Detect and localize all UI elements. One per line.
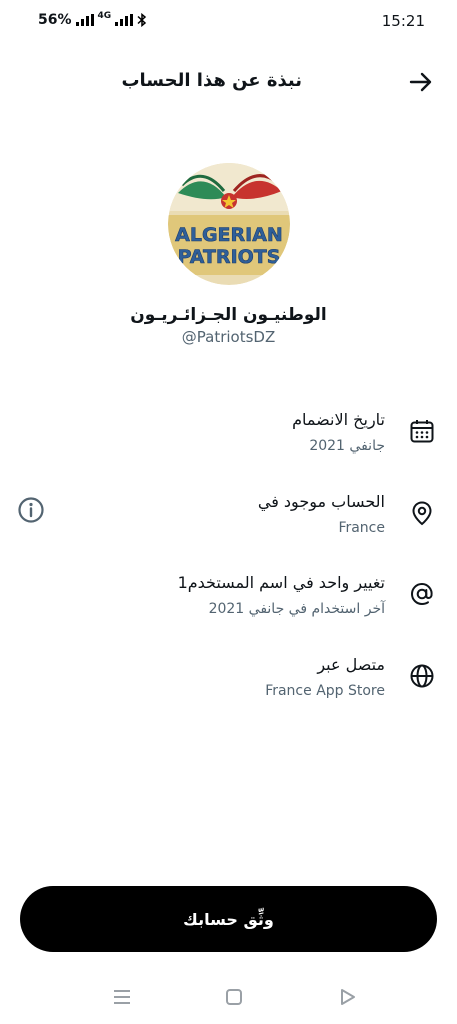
- back-button[interactable]: [407, 68, 435, 96]
- avatar[interactable]: ALGERIAN PATRIOTS: [168, 163, 290, 285]
- arrow-right-icon: [409, 72, 432, 92]
- location-value: France: [338, 520, 385, 536]
- info-icon: [18, 497, 44, 523]
- avatar-line-1: ALGERIAN: [175, 224, 283, 246]
- joined-value: جانفي 2021: [309, 438, 385, 454]
- triangle-back-icon: [341, 989, 355, 1005]
- about-account-screen: 56% 4G 15:21 نبذة عن هذا الحساب ALGERIAN…: [0, 0, 457, 1024]
- status-time: 15:21: [381, 12, 425, 30]
- status-bar: 56% 4G 15:21: [0, 0, 457, 40]
- joined-text: تاريخ الانضمام جانفي 2021: [292, 408, 385, 457]
- nav-home-button[interactable]: [222, 985, 246, 1009]
- globe-icon: [409, 663, 435, 689]
- signal-icon: [75, 14, 94, 26]
- bluetooth-icon: [137, 13, 147, 27]
- info-row-connected: متصل عبر France App Store: [20, 653, 437, 713]
- calendar-icon: [409, 418, 435, 444]
- nav-back-button[interactable]: [335, 985, 359, 1009]
- signal-icon-2: [115, 14, 134, 26]
- info-row-joined: تاريخ الانضمام جانفي 2021: [20, 408, 437, 468]
- status-left: 56% 4G: [38, 11, 147, 28]
- display-name-text: الوطنيـون الجـزائـريـون: [130, 305, 327, 325]
- square-icon: [226, 989, 242, 1005]
- navigation-bar: [0, 980, 457, 1014]
- info-row-location: الحساب موجود في France: [17, 490, 437, 550]
- avatar-line-2: PATRIOTS: [178, 246, 281, 268]
- location-label: الحساب موجود في: [257, 492, 385, 511]
- verify-account-button[interactable]: وثِّق حسابك: [20, 886, 437, 952]
- at-sign-icon: [409, 581, 435, 607]
- network-type: 4G: [97, 11, 112, 21]
- display-name: الوطنيـون الجـزائـريـون: [0, 305, 457, 325]
- username-change-label: تغيير واحد في اسم المستخدم1: [177, 573, 385, 592]
- user-handle: @PatriotsDZ: [181, 328, 276, 346]
- location-text: الحساب موجود في France: [258, 490, 385, 539]
- page-title: نبذة عن هذا الحساب: [121, 70, 302, 91]
- connected-label: متصل عبر: [317, 655, 385, 674]
- battery-percentage: 56%: [38, 12, 72, 28]
- username-change-value: آخر استخدام في جانفي 2021: [208, 601, 385, 617]
- header: نبذة عن هذا الحساب: [0, 60, 457, 104]
- info-row-username-change: تغيير واحد في اسم المستخدم1 آخر استخدام …: [20, 571, 437, 631]
- location-info-button[interactable]: [17, 496, 45, 524]
- location-pin-icon: [409, 500, 435, 526]
- menu-lines-icon: [114, 990, 130, 1004]
- username-change-text: تغيير واحد في اسم المستخدم1 آخر استخدام …: [178, 571, 385, 620]
- connected-text: متصل عبر France App Store: [265, 653, 385, 702]
- connected-value: France App Store: [265, 683, 385, 699]
- joined-label: تاريخ الانضمام: [292, 410, 385, 429]
- avatar-logo-image: ALGERIAN PATRIOTS: [168, 163, 290, 285]
- nav-recents-button[interactable]: [110, 985, 134, 1009]
